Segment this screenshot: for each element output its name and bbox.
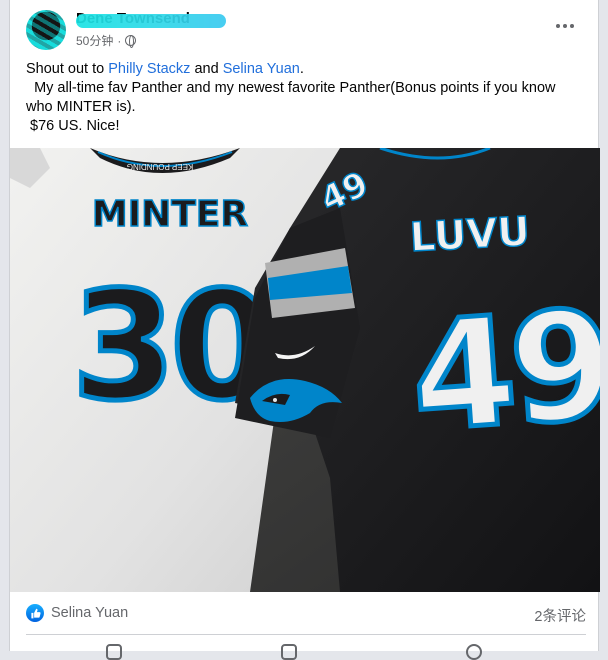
post-photo[interactable]: KEEP POUNDING MINTER 30 49 LUVU 49	[10, 148, 600, 592]
more-icon-dot	[570, 24, 574, 28]
comment-button[interactable]	[281, 644, 297, 660]
reactions-bar: Selina Yuan 2条评论	[26, 602, 586, 626]
author-avatar[interactable]	[26, 10, 66, 50]
divider	[26, 634, 586, 635]
text-segment: Shout out to	[26, 61, 109, 77]
like-button[interactable]	[106, 644, 122, 660]
text-segment: .	[299, 61, 304, 77]
more-icon-dot	[563, 24, 567, 28]
post-header: Dene Townsend 50分钟 ·	[26, 8, 586, 52]
mention-philly-stackz[interactable]: Philly Stackz	[108, 61, 190, 77]
jerseys-photo: KEEP POUNDING MINTER 30 49 LUVU 49	[10, 148, 600, 592]
comment-action-icon	[281, 644, 297, 660]
reactor-name[interactable]: Selina Yuan	[51, 605, 128, 621]
author-name-redaction	[76, 14, 226, 28]
left-jersey-name: MINTER	[92, 194, 248, 235]
globe-icon[interactable]	[125, 35, 137, 48]
more-options-button[interactable]	[552, 16, 578, 36]
share-action-icon	[466, 644, 482, 660]
like-action-icon	[106, 644, 122, 660]
text-segment: and	[190, 61, 223, 77]
post-body: Shout out to Philly Stackz and Selina Yu…	[26, 60, 586, 136]
post-card: Dene Townsend 50分钟 · Shout out to Philly…	[9, 0, 600, 660]
meta-separator: ·	[117, 33, 122, 48]
mention-selina-yuan[interactable]: Selina Yuan	[223, 61, 300, 77]
post-line-2: My all-time fav Panther and my newest fa…	[26, 80, 560, 115]
post-line-3: $76 US. Nice!	[26, 118, 120, 134]
post-meta: 50分钟 ·	[76, 32, 137, 49]
collar-text: KEEP POUNDING	[127, 162, 194, 171]
action-row	[26, 640, 586, 660]
thumbs-up-glyph	[30, 608, 41, 618]
comment-count[interactable]: 2条评论	[534, 605, 586, 626]
like-icon[interactable]	[26, 604, 44, 622]
right-jersey-number: 49	[406, 278, 600, 465]
more-icon-dot	[556, 24, 560, 28]
post-line-1: Shout out to Philly Stackz and Selina Yu…	[26, 60, 586, 79]
post-time[interactable]: 50分钟	[76, 32, 113, 49]
share-button[interactable]	[466, 644, 482, 660]
right-jersey-name: LUVU	[409, 209, 531, 261]
